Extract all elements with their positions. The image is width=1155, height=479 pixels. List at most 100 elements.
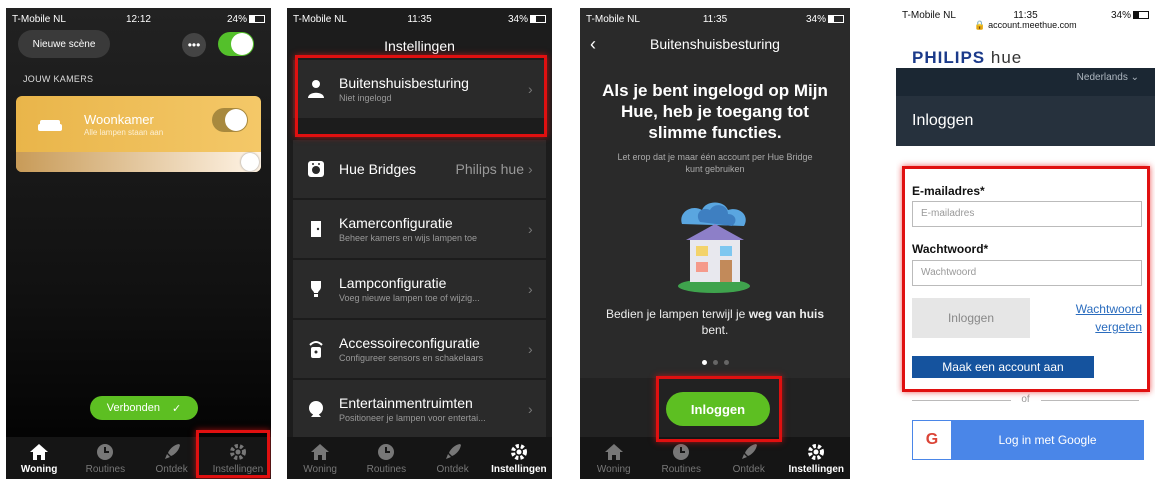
- battery-text: 34%: [507, 13, 528, 25]
- settings-item-lamps[interactable]: Lampconfiguratie Voeg nieuwe lampen toe o…: [293, 260, 546, 318]
- battery-indicator: 34%: [462, 14, 546, 25]
- sensor-icon: [309, 341, 323, 358]
- time-text: 11:35: [702, 13, 728, 25]
- settings-item-entertainment[interactable]: Entertainmentruimten Positioneer je lampe…: [293, 380, 546, 438]
- item-title: Lampconfiguratie: [339, 275, 447, 291]
- desc-bold-text: weg van huis: [748, 307, 825, 321]
- tab-label: Ontdek: [732, 464, 765, 475]
- battery-icon: [529, 14, 546, 23]
- tab-instellingen[interactable]: Instellingen: [783, 437, 851, 479]
- account-note: Let erop dat je maar één account per Hue…: [617, 152, 813, 174]
- tab-woning[interactable]: Woning: [580, 437, 648, 479]
- home-icon: [30, 444, 49, 460]
- item-title: Accessoireconfiguratie: [339, 335, 480, 351]
- chevron-down-icon: ⌄: [1130, 72, 1139, 83]
- screen-remote-access: T-Mobile NL 11:35 34% ‹ Buitenshuisbestu…: [580, 8, 850, 479]
- tab-bar: Woning Routines Ontdek Instellingen: [580, 437, 850, 479]
- rooms-heading: JOUW KAMERS: [23, 74, 94, 84]
- time-text: 12:12: [125, 13, 151, 25]
- battery-indicator: 34%: [758, 14, 844, 25]
- time-text: 11:35: [1013, 9, 1038, 21]
- entertainment-icon: [309, 401, 323, 417]
- tab-ontdek[interactable]: Ontdek: [420, 437, 486, 479]
- rocket-icon: [164, 444, 180, 459]
- or-divider: of: [912, 394, 1139, 406]
- door-icon: [311, 221, 321, 237]
- tab-label: Woning: [303, 464, 337, 475]
- tab-routines[interactable]: Routines: [648, 437, 716, 479]
- tab-woning[interactable]: Woning: [287, 437, 353, 479]
- battery-text: 24%: [226, 13, 247, 25]
- tab-woning[interactable]: Woning: [6, 437, 72, 479]
- tab-instellingen[interactable]: Instellingen: [486, 437, 552, 479]
- new-scene-button[interactable]: Nieuwe scène: [18, 30, 110, 58]
- page-title: Instellingen: [384, 38, 455, 54]
- tab-label: Ontdek: [436, 464, 469, 475]
- house-illustration-icon: [678, 202, 750, 293]
- url-text: account.meethue.com: [988, 20, 1077, 30]
- connected-label: Verbonden: [106, 402, 160, 414]
- language-selector[interactable]: Nederlands ⌄: [896, 68, 1155, 96]
- logo-header: PHILIPS hue: [896, 34, 1155, 70]
- highlight-box: [196, 430, 270, 478]
- feature-description: Bedien je lampen terwijl je weg van huis…: [594, 306, 836, 338]
- settings-item-accessories[interactable]: Accessoireconfiguratie Configureer sensor…: [293, 320, 546, 378]
- check-icon: ✓: [172, 402, 182, 415]
- page-title: Buitenshuisbesturing: [650, 36, 780, 52]
- status-bar: T-Mobile NL 11:35 34%: [580, 8, 850, 30]
- battery-icon: [828, 14, 844, 23]
- item-subtitle: Positioneer je lampen voor entertai...: [339, 413, 486, 423]
- clock-icon: [673, 444, 690, 460]
- home-icon: [604, 444, 623, 460]
- tab-label: Woning: [20, 464, 58, 475]
- tab-label: Routines: [366, 464, 407, 475]
- tab-label: Routines: [661, 464, 701, 475]
- highlight-box: [902, 166, 1150, 392]
- settings-item-bridges[interactable]: Hue Bridges Philips hue ›: [293, 140, 546, 198]
- connected-pill: Verbonden ✓: [90, 396, 198, 420]
- tab-label: Instellingen: [491, 464, 547, 475]
- item-subtitle: Voeg nieuwe lampen toe of wijzig...: [339, 293, 480, 303]
- rocket-icon: [741, 444, 757, 459]
- status-bar: T-Mobile NL 12:12 24%: [6, 8, 271, 30]
- item-value: Philips hue: [455, 161, 525, 177]
- bulb-icon: [311, 281, 321, 297]
- chevron-right-icon: ›: [528, 341, 533, 357]
- google-login-button[interactable]: G Log in met Google: [912, 420, 1144, 460]
- battery-icon: [1132, 10, 1149, 19]
- slider-knob[interactable]: [241, 153, 259, 171]
- desc-text: Bedien je lampen terwijl je: [605, 307, 749, 321]
- lock-icon: 🔒: [974, 20, 986, 30]
- room-toggle[interactable]: [212, 108, 248, 132]
- address-bar[interactable]: 🔒 account.meethue.com: [896, 20, 1155, 31]
- tab-ontdek[interactable]: Ontdek: [139, 437, 205, 479]
- headline: Als je bent ingelogd op Mijn Hue, heb je…: [602, 81, 828, 142]
- brightness-slider[interactable]: [16, 152, 261, 172]
- room-subtitle: Alle lampen staan aan: [84, 128, 164, 137]
- chevron-right-icon: ›: [528, 281, 533, 297]
- battery-indicator: 34%: [1067, 10, 1149, 21]
- language-label: Nederlands: [1076, 72, 1128, 83]
- page-indicator[interactable]: [580, 352, 850, 370]
- home-icon: [311, 444, 330, 460]
- settings-item-rooms[interactable]: Kamerconfiguratie Beheer kamers en wijs l…: [293, 200, 546, 258]
- carrier-text: T-Mobile NL: [293, 13, 347, 25]
- tab-routines[interactable]: Routines: [353, 437, 419, 479]
- chevron-right-icon: ›: [528, 221, 533, 237]
- tab-routines[interactable]: Routines: [72, 437, 138, 479]
- room-card-woonkamer[interactable]: Woonkamer Alle lampen staan aan: [16, 96, 261, 172]
- carrier-text: T-Mobile NL: [586, 13, 640, 25]
- item-title: Kamerconfiguratie: [339, 215, 453, 231]
- item-title: Hue Bridges: [339, 161, 417, 177]
- more-options-button[interactable]: •••: [182, 33, 206, 57]
- product-text: hue: [990, 48, 1023, 67]
- screen-home: T-Mobile NL 12:12 24% Nieuwe scène ••• J…: [6, 8, 271, 479]
- battery-indicator: 24%: [181, 14, 265, 25]
- brand-text: PHILIPS: [912, 48, 986, 67]
- clock-icon: [378, 444, 395, 460]
- tab-ontdek[interactable]: Ontdek: [715, 437, 783, 479]
- tab-label: Instellingen: [788, 464, 845, 475]
- carrier-text: T-Mobile NL: [12, 13, 66, 25]
- all-lights-toggle[interactable]: [218, 32, 254, 56]
- chevron-right-icon: ›: [528, 161, 533, 177]
